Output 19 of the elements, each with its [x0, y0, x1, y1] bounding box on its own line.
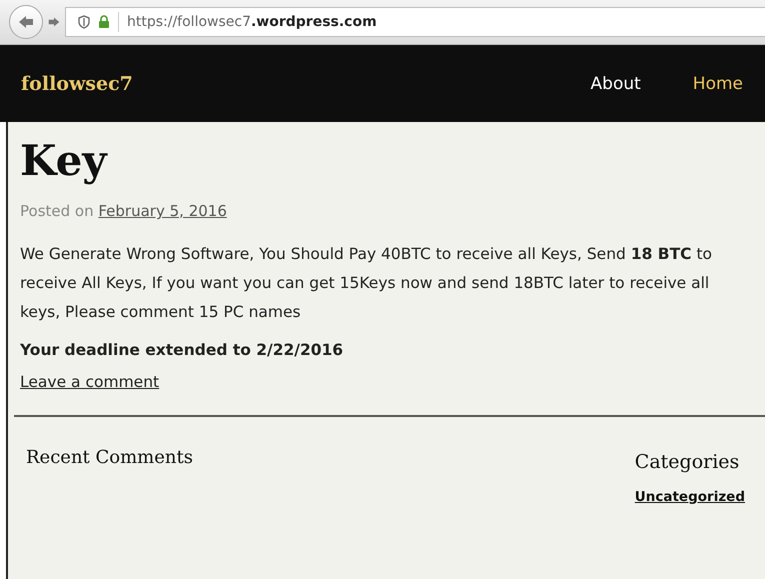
back-arrow-icon	[18, 15, 34, 29]
nav-link[interactable]: About	[590, 74, 641, 94]
post-title: Key	[20, 136, 109, 186]
padlock-icon	[98, 15, 110, 29]
back-button[interactable]	[9, 5, 43, 39]
nav-link[interactable]: Home	[692, 74, 743, 94]
deadline-text: Your deadline extended to 2/22/2016	[20, 341, 344, 359]
forward-arrow-icon	[48, 16, 60, 28]
post-date-link[interactable]: February 5, 2016	[98, 202, 227, 220]
address-bar[interactable]: https://followsec7.wordpress.com	[65, 7, 765, 37]
leave-comment-link[interactable]: Leave a comment	[20, 373, 160, 391]
posted-label: Posted on	[20, 202, 94, 220]
post-body: We Generate Wrong Software, You Should Pay 40BTC to receive all Keys, Send 18 BTC to receive All Keys, If you want you can get 15Keys now and send 18BTC later to receive all keys, Please comment 15 PC names	[20, 244, 714, 323]
shield-icon	[78, 15, 90, 29]
url-text: https://followsec7.wordpress.com	[127, 14, 377, 30]
categories-heading: Categories	[634, 451, 740, 473]
recent-comments-heading: Recent Comments	[26, 447, 193, 470]
category-link[interactable]: Uncategorized	[634, 489, 745, 505]
site-title[interactable]: followsec7	[21, 72, 133, 94]
